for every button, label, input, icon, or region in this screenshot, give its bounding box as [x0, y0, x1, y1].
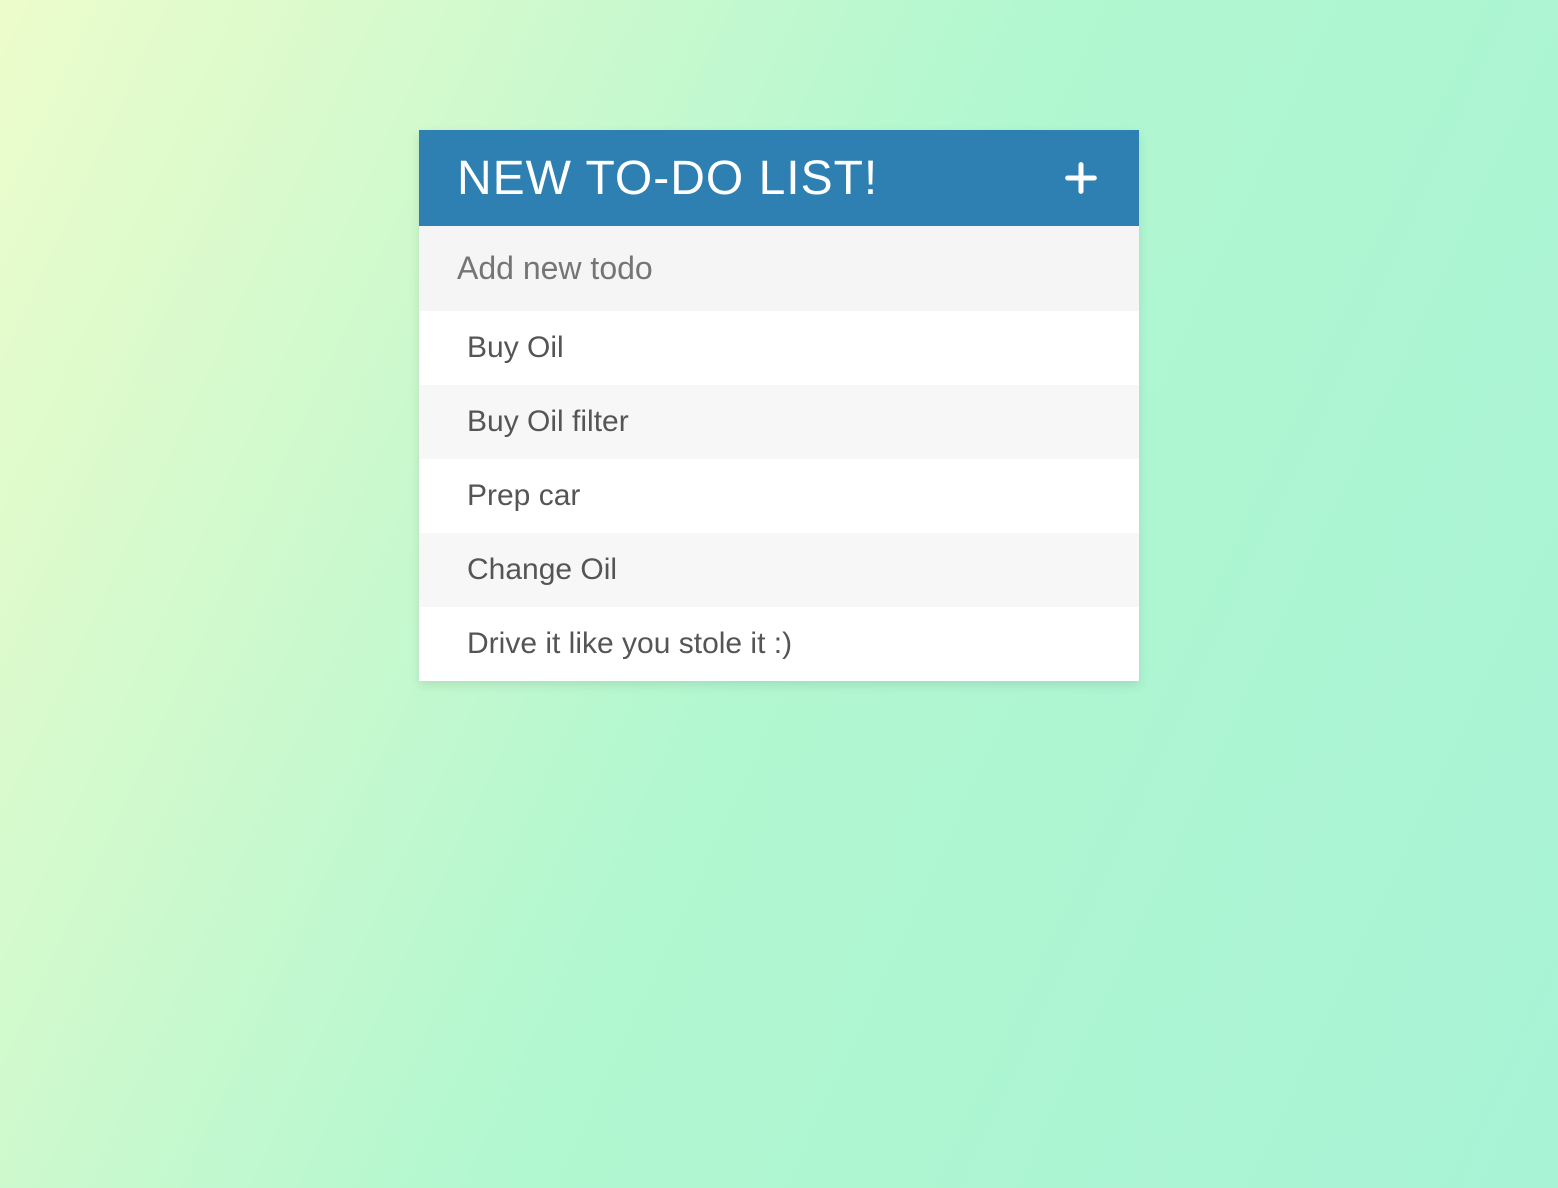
plus-icon[interactable]: [1061, 158, 1101, 198]
header: NEW TO-DO LIST!: [419, 130, 1139, 226]
todo-item[interactable]: Prep car: [419, 459, 1139, 533]
input-area: [419, 226, 1139, 311]
new-todo-input[interactable]: [419, 226, 1139, 311]
todo-item[interactable]: Change Oil: [419, 533, 1139, 607]
todo-item[interactable]: Buy Oil filter: [419, 385, 1139, 459]
todo-app: NEW TO-DO LIST! Buy OilBuy Oil filterPre…: [419, 130, 1139, 681]
app-title: NEW TO-DO LIST!: [457, 151, 878, 206]
todo-item[interactable]: Drive it like you stole it :): [419, 607, 1139, 681]
todo-item[interactable]: Buy Oil: [419, 311, 1139, 385]
todo-list: Buy OilBuy Oil filterPrep carChange OilD…: [419, 311, 1139, 681]
